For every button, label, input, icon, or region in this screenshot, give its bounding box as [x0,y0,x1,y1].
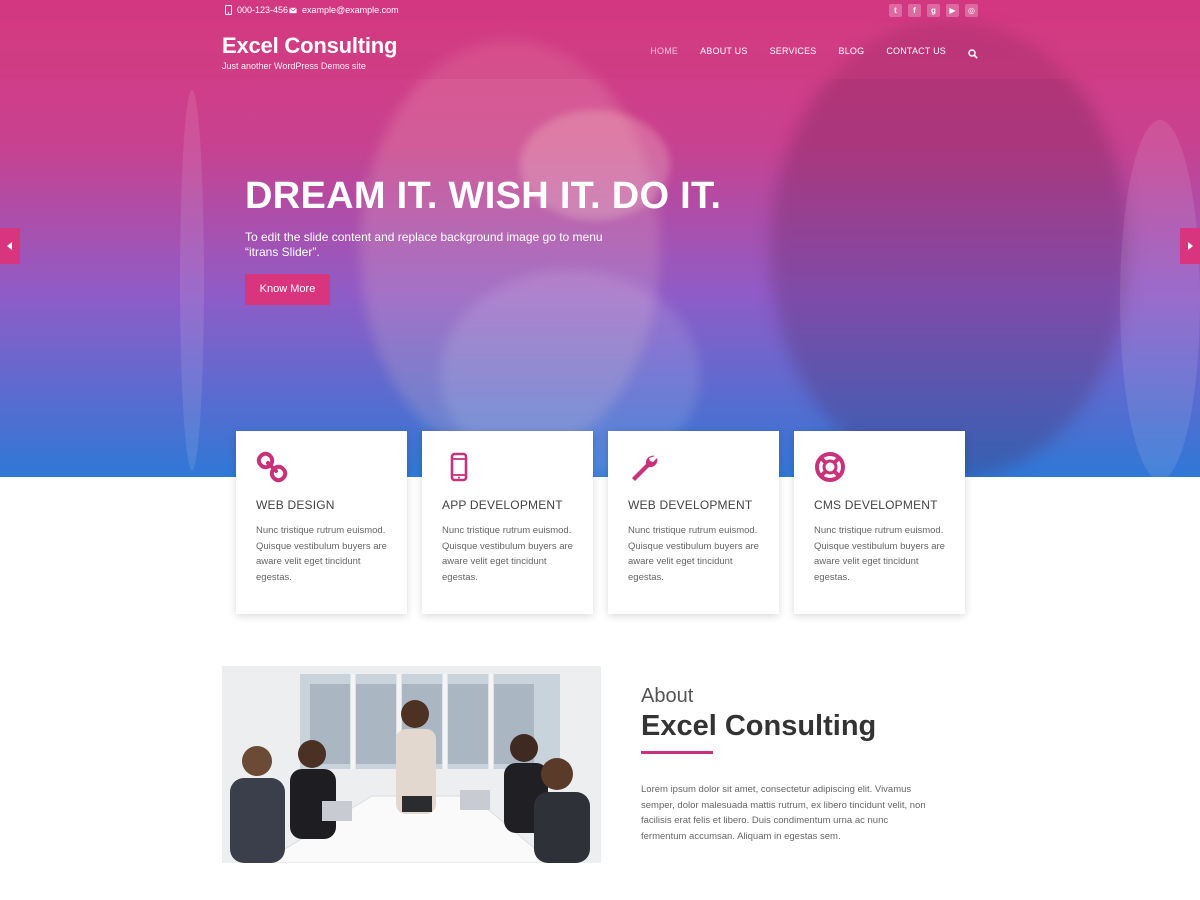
main-navbar: Excel Consulting Just another WordPress … [0,23,1200,79]
service-title: WEB DEVELOPMENT [628,498,753,512]
service-card: CMS DEVELOPMENT Nunc tristique rutrum eu… [794,431,965,614]
top-bar: 000-123-456 example@example.com t f g ▶ … [0,0,1200,23]
service-description: Nunc tristique rutrum euismod. Quisque v… [256,525,387,583]
service-title: CMS DEVELOPMENT [814,498,938,512]
slide-title: DREAM IT. WISH IT. DO IT. [245,175,722,217]
wrench-icon [632,455,658,481]
primary-menu: HOME ABOUT US SERVICES BLOG CONTACT US [650,46,978,59]
service-title: WEB DESIGN [256,498,335,512]
site-branding: Excel Consulting Just another WordPress … [222,33,397,71]
menu-item-contact-us[interactable]: CONTACT US [886,46,946,56]
site-title[interactable]: Excel Consulting [222,33,397,59]
heading-divider [641,751,713,754]
service-card: WEB DEVELOPMENT Nunc tristique rutrum eu… [608,431,779,614]
contact-email: example@example.com [289,5,399,15]
about-heading: Excel Consulting [641,710,877,742]
slider-prev-button[interactable] [0,228,20,264]
about-team-photo [222,666,601,863]
slide-description: To edit the slide content and replace ba… [245,230,603,259]
phone-icon [224,5,232,15]
link-icon [256,451,288,483]
service-card: APP DEVELOPMENT Nunc tristique rutrum eu… [422,431,593,614]
slider-next-button[interactable] [1180,228,1200,264]
google-plus-icon[interactable]: g [927,4,940,17]
service-card: WEB DESIGN Nunc tristique rutrum euismod… [236,431,407,614]
site-tagline: Just another WordPress Demos site [222,61,366,71]
service-description: Nunc tristique rutrum euismod. Quisque v… [442,525,573,583]
instagram-icon[interactable]: ◎ [965,4,978,17]
slide-content: DREAM IT. WISH IT. DO IT. To edit the sl… [245,175,721,305]
search-icon[interactable] [968,46,978,59]
menu-item-home[interactable]: HOME [650,46,678,56]
menu-item-services[interactable]: SERVICES [770,46,817,56]
chevron-left-icon [7,237,13,255]
services-section: WEB DESIGN Nunc tristique rutrum euismod… [236,431,965,614]
about-label: About [641,685,694,707]
twitter-icon[interactable]: t [889,4,902,17]
email-address[interactable]: example@example.com [302,5,399,15]
about-section: About Excel Consulting Lorem ipsum dolor… [641,685,941,844]
life-ring-icon [815,452,845,482]
contact-phone: 000-123-456 [224,5,288,15]
menu-item-about-us[interactable]: ABOUT US [700,46,747,56]
mobile-icon [450,452,468,482]
service-description: Nunc tristique rutrum euismod. Quisque v… [628,525,759,583]
service-title: APP DEVELOPMENT [442,498,563,512]
facebook-icon[interactable]: f [908,4,921,17]
menu-item-blog[interactable]: BLOG [839,46,865,56]
envelope-icon [289,5,297,15]
chevron-right-icon [1187,237,1193,255]
service-description: Nunc tristique rutrum euismod. Quisque v… [814,525,945,583]
about-description: Lorem ipsum dolor sit amet, consectetur … [641,784,926,842]
phone-number: 000-123-456 [237,5,289,15]
social-links: t f g ▶ ◎ [889,4,978,17]
hero-slider: 000-123-456 example@example.com t f g ▶ … [0,0,1200,477]
youtube-icon[interactable]: ▶ [946,4,959,17]
know-more-button[interactable]: Know More [245,274,330,305]
